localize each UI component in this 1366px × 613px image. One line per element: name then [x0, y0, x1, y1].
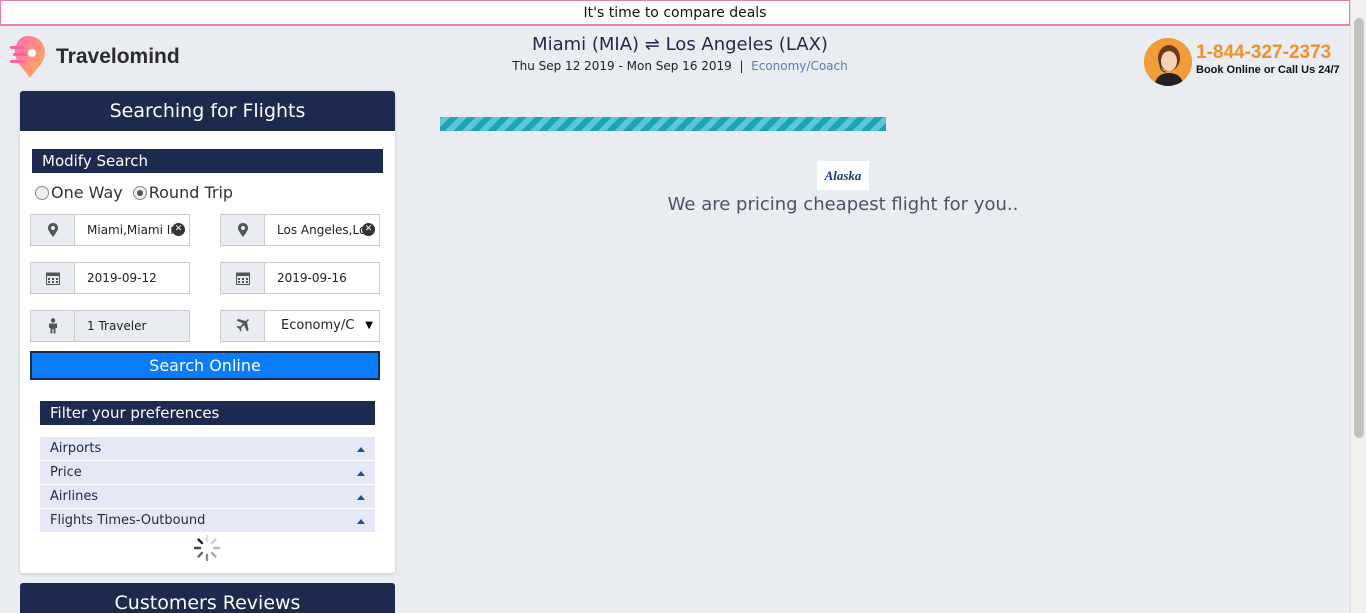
filter-label: Flights Times-Outbound [50, 513, 206, 528]
calendar-icon [221, 263, 265, 293]
origin-input[interactable]: Miami,Miami In ✕ [75, 215, 189, 245]
modify-search-heading: Modify Search [32, 149, 383, 173]
travelers-input[interactable]: 1 Traveler [75, 311, 189, 341]
caret-up-icon [357, 471, 365, 476]
panel-title: Searching for Flights [20, 91, 395, 131]
search-panel: Searching for Flights Modify Search One … [20, 91, 395, 573]
map-marker-icon [31, 215, 75, 245]
return-date-input[interactable]: 2019-09-16 [265, 263, 379, 293]
clear-origin-icon[interactable]: ✕ [172, 223, 185, 236]
brand-name: Travelomind [56, 45, 180, 68]
promo-banner: It's time to compare deals [0, 0, 1350, 26]
one-way-label[interactable]: One Way [51, 183, 123, 202]
clear-destination-icon[interactable]: ✕ [362, 223, 375, 236]
chevron-down-icon[interactable]: ▼ [365, 311, 373, 341]
cabin-select[interactable]: Economy/C ▼ [265, 311, 379, 341]
separator: | [739, 59, 744, 73]
travelomind-logo-icon [8, 34, 48, 80]
agent-avatar [1144, 38, 1192, 86]
brand-logo[interactable]: Travelomind [8, 34, 180, 80]
customer-reviews-heading: Customers Reviews [20, 583, 395, 613]
cabin-field[interactable]: Economy/C ▼ [220, 310, 380, 342]
search-progress-bar [440, 117, 886, 131]
cabin-select-value: Economy/C [281, 318, 355, 333]
filter-price[interactable]: Price [40, 461, 375, 485]
pricing-message: We are pricing cheapest flight for you.. [667, 194, 1019, 215]
person-icon [31, 311, 75, 341]
plane-icon [221, 311, 265, 341]
caret-up-icon [357, 495, 365, 500]
destination-value: Los Angeles,Lo [277, 223, 367, 237]
origin-field[interactable]: Miami,Miami In ✕ [30, 214, 190, 246]
loading-spinner-icon [192, 533, 222, 563]
round-trip-radio[interactable] [132, 185, 147, 200]
return-date-field[interactable]: 2019-09-16 [220, 262, 380, 294]
trip-type-group: One Way Round Trip [35, 183, 233, 202]
page-scrollbar[interactable] [1350, 0, 1366, 613]
trip-details: Thu Sep 12 2019 - Mon Sep 16 2019 | Econ… [460, 59, 900, 73]
travelers-field[interactable]: 1 Traveler [30, 310, 190, 342]
depart-date-input[interactable]: 2019-09-12 [75, 263, 189, 293]
contact-block[interactable]: 1-844-327-2373 Book Online or Call Us 24… [1144, 38, 1340, 86]
calendar-icon [31, 263, 75, 293]
search-online-button[interactable]: Search Online [30, 351, 380, 380]
contact-note: Book Online or Call Us 24/7 [1196, 64, 1340, 76]
map-marker-icon [221, 215, 265, 245]
destination-input[interactable]: Los Angeles,Lo ✕ [265, 215, 379, 245]
cabin-class: Economy/Coach [751, 59, 848, 73]
filter-heading: Filter your preferences [40, 401, 375, 425]
filter-airports[interactable]: Airports [40, 437, 375, 461]
phone-number[interactable]: 1-844-327-2373 [1196, 42, 1340, 64]
caret-up-icon [357, 447, 365, 452]
filter-label: Airports [50, 441, 102, 456]
destination-field[interactable]: Los Angeles,Lo ✕ [220, 214, 380, 246]
filter-list: Airports Price Airlines Flights Times-Ou… [40, 437, 375, 533]
route-title: Miami (MIA) ⇌ Los Angeles (LAX) [532, 34, 828, 55]
depart-date-field[interactable]: 2019-09-12 [30, 262, 190, 294]
filter-label: Airlines [50, 489, 99, 504]
origin-value: Miami,Miami In [87, 223, 178, 237]
one-way-radio[interactable] [35, 185, 49, 200]
caret-up-icon [357, 519, 365, 524]
round-trip-label[interactable]: Round Trip [149, 183, 233, 202]
filter-airlines[interactable]: Airlines [40, 485, 375, 509]
airline-logo: Alaska [817, 161, 869, 190]
filter-label: Price [50, 465, 82, 480]
trip-summary: Miami (MIA) ⇌ Los Angeles (LAX) Thu Sep … [460, 34, 900, 73]
scrollbar-thumb[interactable] [1354, 18, 1364, 438]
trip-dates: Thu Sep 12 2019 - Mon Sep 16 2019 [512, 59, 732, 73]
filter-flight-times-outbound[interactable]: Flights Times-Outbound [40, 509, 375, 533]
